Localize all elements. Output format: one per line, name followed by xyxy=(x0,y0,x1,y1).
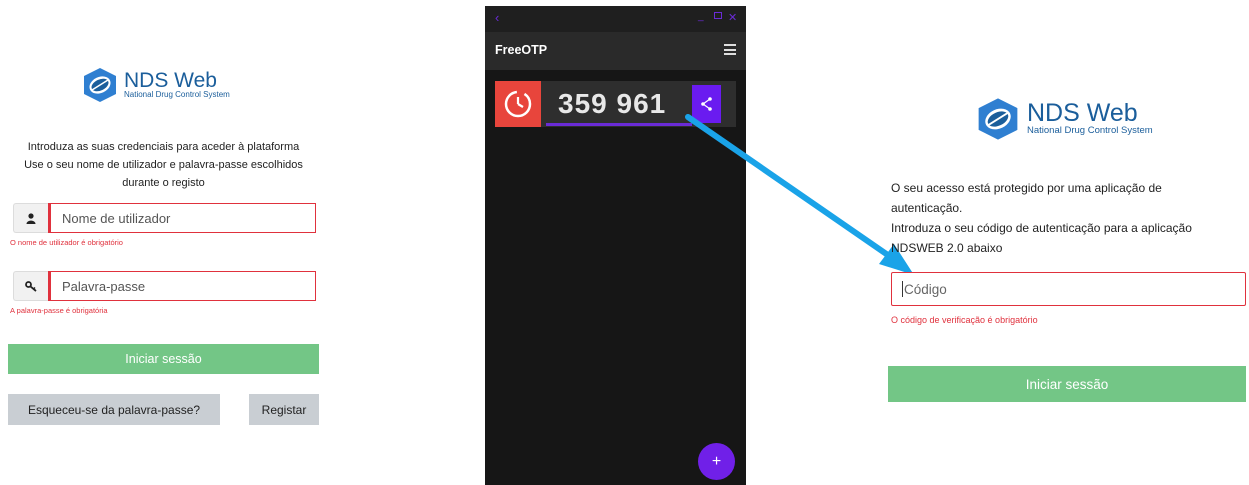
code-error: O código de verificação é obrigatório xyxy=(891,315,1038,325)
code-placeholder: Código xyxy=(904,281,947,297)
logo-title: NDS Web xyxy=(1027,99,1138,128)
nds-logo-icon xyxy=(978,98,1018,140)
logo-subtitle: National Drug Control System xyxy=(1027,125,1153,137)
message-line: O seu acesso está protegido por uma apli… xyxy=(891,181,1162,195)
two-factor-message: O seu acesso está protegido por uma apli… xyxy=(891,178,1241,258)
message-line: NDSWEB 2.0 abaixo xyxy=(891,241,1003,255)
text-cursor xyxy=(902,281,903,297)
nds-logo: NDS Web National Drug Control System xyxy=(973,96,1153,142)
verification-code-input[interactable]: Código xyxy=(891,272,1246,306)
message-line: Introduza o seu código de autenticação p… xyxy=(891,221,1192,235)
message-line: autenticação. xyxy=(891,201,963,215)
verify-login-button[interactable]: Iniciar sessão xyxy=(888,366,1246,402)
